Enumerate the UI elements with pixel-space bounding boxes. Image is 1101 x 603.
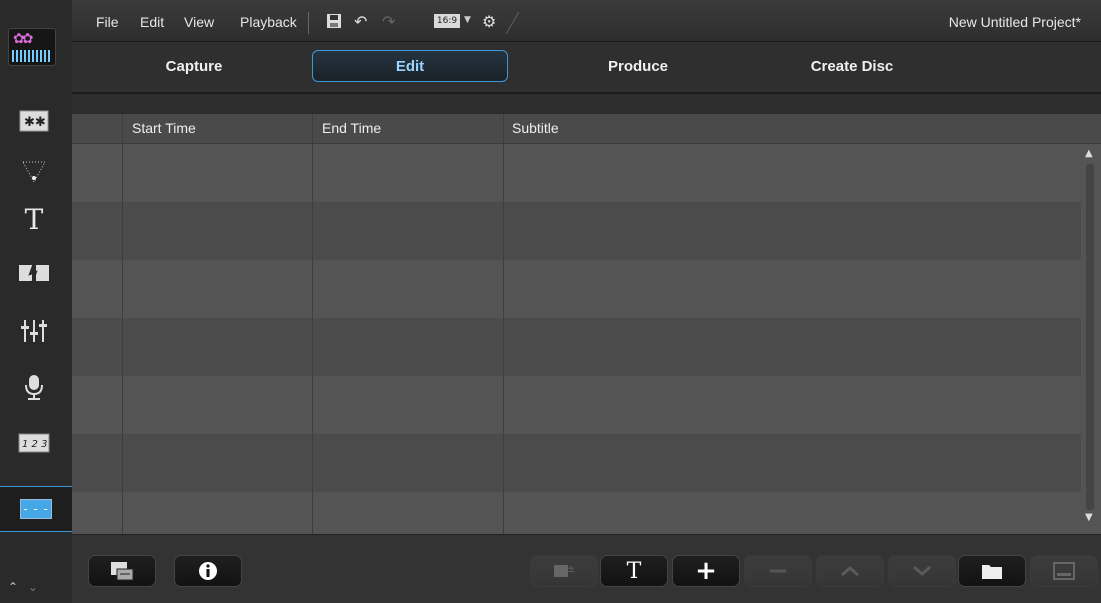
audio-mixing-room-button[interactable] [8,308,60,354]
scroll-track[interactable] [1086,164,1094,510]
mode-tabs: Capture Edit Produce Create Disc [72,42,1101,94]
rail-scroll-arrows: ⌃ ⌄ [8,580,44,594]
info-button[interactable] [174,555,242,587]
particle-icon [22,161,46,184]
minus-icon: − [767,556,789,586]
column-header-subtitle[interactable]: Subtitle [512,120,559,136]
table-row[interactable] [72,492,1081,534]
particle-room-button[interactable] [8,148,60,194]
plus-icon: + [695,556,717,586]
audio-mixer-icon [21,320,47,342]
svg-text:✱✱: ✱✱ [24,115,46,130]
subtitle-file-icon [111,562,134,581]
subtitle-export-icon [1053,562,1075,580]
table-row[interactable] [72,144,1081,202]
voice-over-room-button[interactable] [8,364,60,410]
table-row[interactable] [72,434,1081,492]
title-room-button[interactable]: T [8,196,60,242]
remove-subtitle-button[interactable]: − [744,555,812,587]
column-divider [312,114,313,534]
app-logo: ✿✿ [8,28,56,66]
film-reels-icon: ✿✿ [13,31,34,47]
add-timecode-icon: ± [554,564,575,577]
menu-separator [505,12,520,34]
subtitle-room-button[interactable]: - - - [0,486,72,532]
voice-record-icon [25,375,43,400]
table-row[interactable] [72,202,1081,260]
tab-capture[interactable]: Capture [124,50,264,82]
table-scrollbar[interactable]: ▲ ▼ [1085,148,1095,528]
column-divider [122,114,123,534]
insert-timecode-button[interactable]: ± [530,555,598,587]
transition-room-button[interactable] [8,250,60,296]
settings-gear-icon[interactable]: ⚙ [482,13,496,31]
aspect-ratio-dropdown-icon[interactable]: ▼ [464,15,471,25]
svg-text:±: ± [567,564,575,575]
app-window: ✿✿ ✱✱ T 1 2 3 - - - ⌃ ⌄ File Edit View P… [0,0,1101,603]
chapter-room-button[interactable]: 1 2 3 [8,420,60,466]
left-tool-rail: ✿✿ ✱✱ T 1 2 3 - - - ⌃ ⌄ [0,0,72,603]
menu-edit[interactable]: Edit [140,14,164,32]
title-T-icon: T [24,202,44,236]
move-down-button[interactable] [888,555,956,587]
rail-scroll-down-icon[interactable]: ⌄ [28,580,38,594]
undo-icon[interactable]: ↶ [354,13,367,31]
rail-scroll-up-icon[interactable]: ⌃ [8,580,18,594]
menu-separator [308,12,309,34]
save-icon[interactable] [326,13,342,33]
aspect-ratio-badge[interactable]: 16:9 [434,14,460,28]
menu-playback[interactable]: Playback [240,14,297,32]
transition-icon [19,262,49,284]
text-T-icon: T [626,558,642,584]
column-header-start-time[interactable]: Start Time [132,120,196,136]
table-row[interactable] [72,260,1081,318]
scroll-up-arrow-icon[interactable]: ▲ [1085,148,1093,159]
column-header-end-time[interactable]: End Time [322,120,381,136]
tab-produce[interactable]: Produce [568,50,708,82]
project-title: New Untitled Project* [948,14,1081,30]
subtitle-toolbar: ± T + − [72,534,1101,603]
tab-create-disc[interactable]: Create Disc [782,50,922,82]
effects-icon: ✱✱ [19,110,49,132]
scroll-down-arrow-icon[interactable]: ▼ [1085,512,1093,523]
add-subtitle-button[interactable]: + [672,555,740,587]
subtitle-icon: - - - [20,499,52,519]
chapter-icon: 1 2 3 [18,433,50,453]
chevron-up-icon [841,566,859,577]
menu-view[interactable]: View [184,14,214,32]
info-icon [199,562,217,580]
menu-bar: File Edit View Playback ↶ ↷ 16:9 ▼ ⚙ New… [72,0,1101,42]
subtitle-table: Start Time End Time Subtitle ▲ ▼ [72,114,1101,534]
move-up-button[interactable] [816,555,884,587]
import-subtitle-button[interactable] [88,555,156,587]
folder-icon [982,565,1002,579]
menu-file[interactable]: File [96,14,119,32]
open-folder-button[interactable] [958,555,1026,587]
table-row[interactable] [72,318,1081,376]
redo-icon[interactable]: ↷ [382,13,395,31]
column-divider [503,114,504,534]
table-header: Start Time End Time Subtitle [72,114,1101,144]
svg-text:1 2 3: 1 2 3 [22,439,47,450]
text-format-button[interactable]: T [600,555,668,587]
tab-edit[interactable]: Edit [312,50,508,82]
chevron-down-icon [913,565,931,576]
effects-room-button[interactable]: ✱✱ [8,98,60,144]
logo-bars [12,50,52,62]
export-subtitle-button[interactable] [1030,555,1098,587]
table-row[interactable] [72,376,1081,434]
